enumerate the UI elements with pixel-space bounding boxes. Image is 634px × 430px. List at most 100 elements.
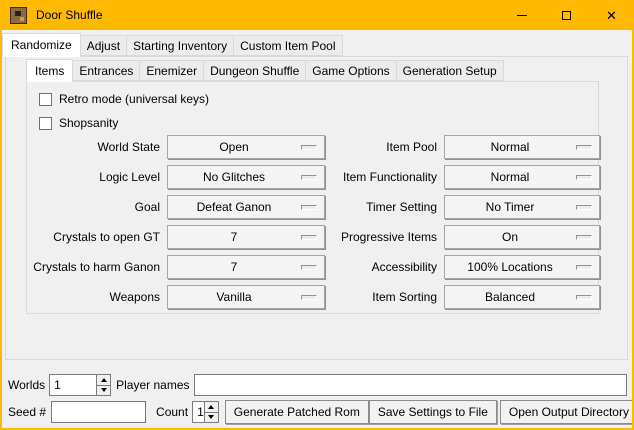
close-icon: ✕: [606, 9, 617, 22]
dropdown-indicator-icon: [301, 205, 317, 210]
shopsanity-label: Shopsanity: [59, 116, 118, 130]
door-app-icon: [10, 7, 27, 24]
item-functionality-value: Normal: [491, 170, 530, 184]
crystals-harm-ganon-label: Crystals to harm Ganon: [27, 260, 160, 274]
dropdown-indicator-icon: [576, 145, 592, 150]
player-names-label: Player names: [116, 378, 189, 392]
dropdown-indicator-icon: [301, 235, 317, 240]
player-names-input[interactable]: [194, 374, 628, 396]
dropdown-indicator-icon: [576, 265, 592, 270]
weapons-dropdown[interactable]: Vanilla: [167, 285, 325, 309]
settings-grid: World State Open Item Pool Normal Logic …: [27, 132, 600, 312]
arrow-up-icon: [101, 378, 107, 382]
shopsanity-checkbox[interactable]: [39, 117, 52, 130]
items-tab-panel: Retro mode (universal keys) Shopsanity W…: [26, 81, 599, 314]
world-state-value: Open: [219, 140, 248, 154]
shopsanity-checkbox-row[interactable]: Shopsanity: [39, 114, 118, 132]
accessibility-label: Accessibility: [332, 260, 437, 274]
world-state-label: World State: [27, 140, 160, 154]
maximize-icon: [562, 11, 571, 20]
tab-game-options[interactable]: Game Options: [305, 60, 396, 81]
crystals-harm-ganon-dropdown[interactable]: 7: [167, 255, 325, 279]
arrow-up-icon: [208, 405, 214, 409]
item-pool-label: Item Pool: [332, 140, 437, 154]
timer-setting-label: Timer Setting: [332, 200, 437, 214]
door-shuffle-window: Door Shuffle ✕ Randomize Adjust Starting…: [0, 0, 634, 430]
accessibility-dropdown[interactable]: 100% Locations: [444, 255, 600, 279]
save-settings-button[interactable]: Save Settings to File: [369, 400, 497, 424]
title-bar[interactable]: Door Shuffle ✕: [0, 0, 634, 30]
item-functionality-dropdown[interactable]: Normal: [444, 165, 600, 189]
goal-value: Defeat Ganon: [197, 200, 272, 214]
tab-entrances[interactable]: Entrances: [72, 60, 140, 81]
weapons-value: Vanilla: [216, 290, 251, 304]
progressive-items-dropdown[interactable]: On: [444, 225, 600, 249]
main-tab-bar: Randomize Adjust Starting Inventory Cust…: [2, 33, 342, 56]
worlds-spin-down-button[interactable]: [97, 386, 110, 396]
crystals-open-gt-dropdown[interactable]: 7: [167, 225, 325, 249]
minimize-icon: [517, 15, 527, 16]
item-pool-value: Normal: [491, 140, 530, 154]
crystals-harm-ganon-value: 7: [231, 260, 238, 274]
goal-label: Goal: [27, 200, 160, 214]
dropdown-indicator-icon: [301, 145, 317, 150]
logic-level-value: No Glitches: [203, 170, 265, 184]
tab-randomize[interactable]: Randomize: [2, 33, 81, 57]
logic-level-dropdown[interactable]: No Glitches: [167, 165, 325, 189]
open-output-directory-button[interactable]: Open Output Directory: [500, 400, 632, 424]
dropdown-indicator-icon: [301, 295, 317, 300]
minimize-button[interactable]: [499, 0, 544, 30]
close-button[interactable]: ✕: [589, 0, 634, 30]
progressive-items-value: On: [502, 230, 518, 244]
logic-level-label: Logic Level: [27, 170, 160, 184]
progressive-items-label: Progressive Items: [332, 230, 437, 244]
worlds-value[interactable]: 1: [50, 375, 96, 395]
seed-row: Seed # Count 1 Generate Patched Rom Save…: [8, 400, 627, 424]
crystals-open-gt-label: Crystals to open GT: [27, 230, 160, 244]
window-title: Door Shuffle: [36, 8, 103, 22]
count-value[interactable]: 1: [193, 402, 204, 422]
seed-input[interactable]: [51, 401, 146, 423]
tab-adjust[interactable]: Adjust: [80, 35, 127, 56]
item-sorting-value: Balanced: [485, 290, 535, 304]
tab-starting-inventory[interactable]: Starting Inventory: [126, 35, 234, 56]
dropdown-indicator-icon: [576, 295, 592, 300]
crystals-open-gt-value: 7: [231, 230, 238, 244]
dropdown-indicator-icon: [576, 235, 592, 240]
worlds-spin-up-button[interactable]: [97, 375, 110, 386]
tab-custom-item-pool[interactable]: Custom Item Pool: [233, 35, 342, 56]
count-label: Count: [156, 405, 188, 419]
generate-patched-rom-button[interactable]: Generate Patched Rom: [225, 400, 369, 424]
item-pool-dropdown[interactable]: Normal: [444, 135, 600, 159]
timer-setting-dropdown[interactable]: No Timer: [444, 195, 600, 219]
seed-label: Seed #: [8, 405, 46, 419]
tab-enemizer[interactable]: Enemizer: [139, 60, 204, 81]
tab-generation-setup[interactable]: Generation Setup: [396, 60, 504, 81]
timer-setting-value: No Timer: [486, 200, 535, 214]
dropdown-indicator-icon: [301, 175, 317, 180]
item-sorting-dropdown[interactable]: Balanced: [444, 285, 600, 309]
tab-dungeon-shuffle[interactable]: Dungeon Shuffle: [203, 60, 306, 81]
weapons-label: Weapons: [27, 290, 160, 304]
count-spin-up-button[interactable]: [205, 402, 218, 413]
dropdown-indicator-icon: [576, 205, 592, 210]
count-spin-down-button[interactable]: [205, 413, 218, 423]
retro-mode-checkbox-row[interactable]: Retro mode (universal keys): [39, 90, 209, 108]
dropdown-indicator-icon: [301, 265, 317, 270]
worlds-label: Worlds: [8, 378, 45, 392]
world-state-dropdown[interactable]: Open: [167, 135, 325, 159]
client-area: Randomize Adjust Starting Inventory Cust…: [2, 30, 632, 428]
worlds-spinbox[interactable]: 1: [49, 374, 111, 396]
dropdown-indicator-icon: [576, 175, 592, 180]
count-spinbox[interactable]: 1: [192, 401, 219, 423]
accessibility-value: 100% Locations: [467, 260, 552, 274]
arrow-down-icon: [208, 415, 214, 419]
worlds-row: Worlds 1 Player names: [8, 373, 627, 397]
retro-mode-label: Retro mode (universal keys): [59, 92, 209, 106]
tab-items[interactable]: Items: [26, 59, 73, 82]
maximize-button[interactable]: [544, 0, 589, 30]
goal-dropdown[interactable]: Defeat Ganon: [167, 195, 325, 219]
retro-mode-checkbox[interactable]: [39, 93, 52, 106]
arrow-down-icon: [101, 388, 107, 392]
item-functionality-label: Item Functionality: [332, 170, 437, 184]
